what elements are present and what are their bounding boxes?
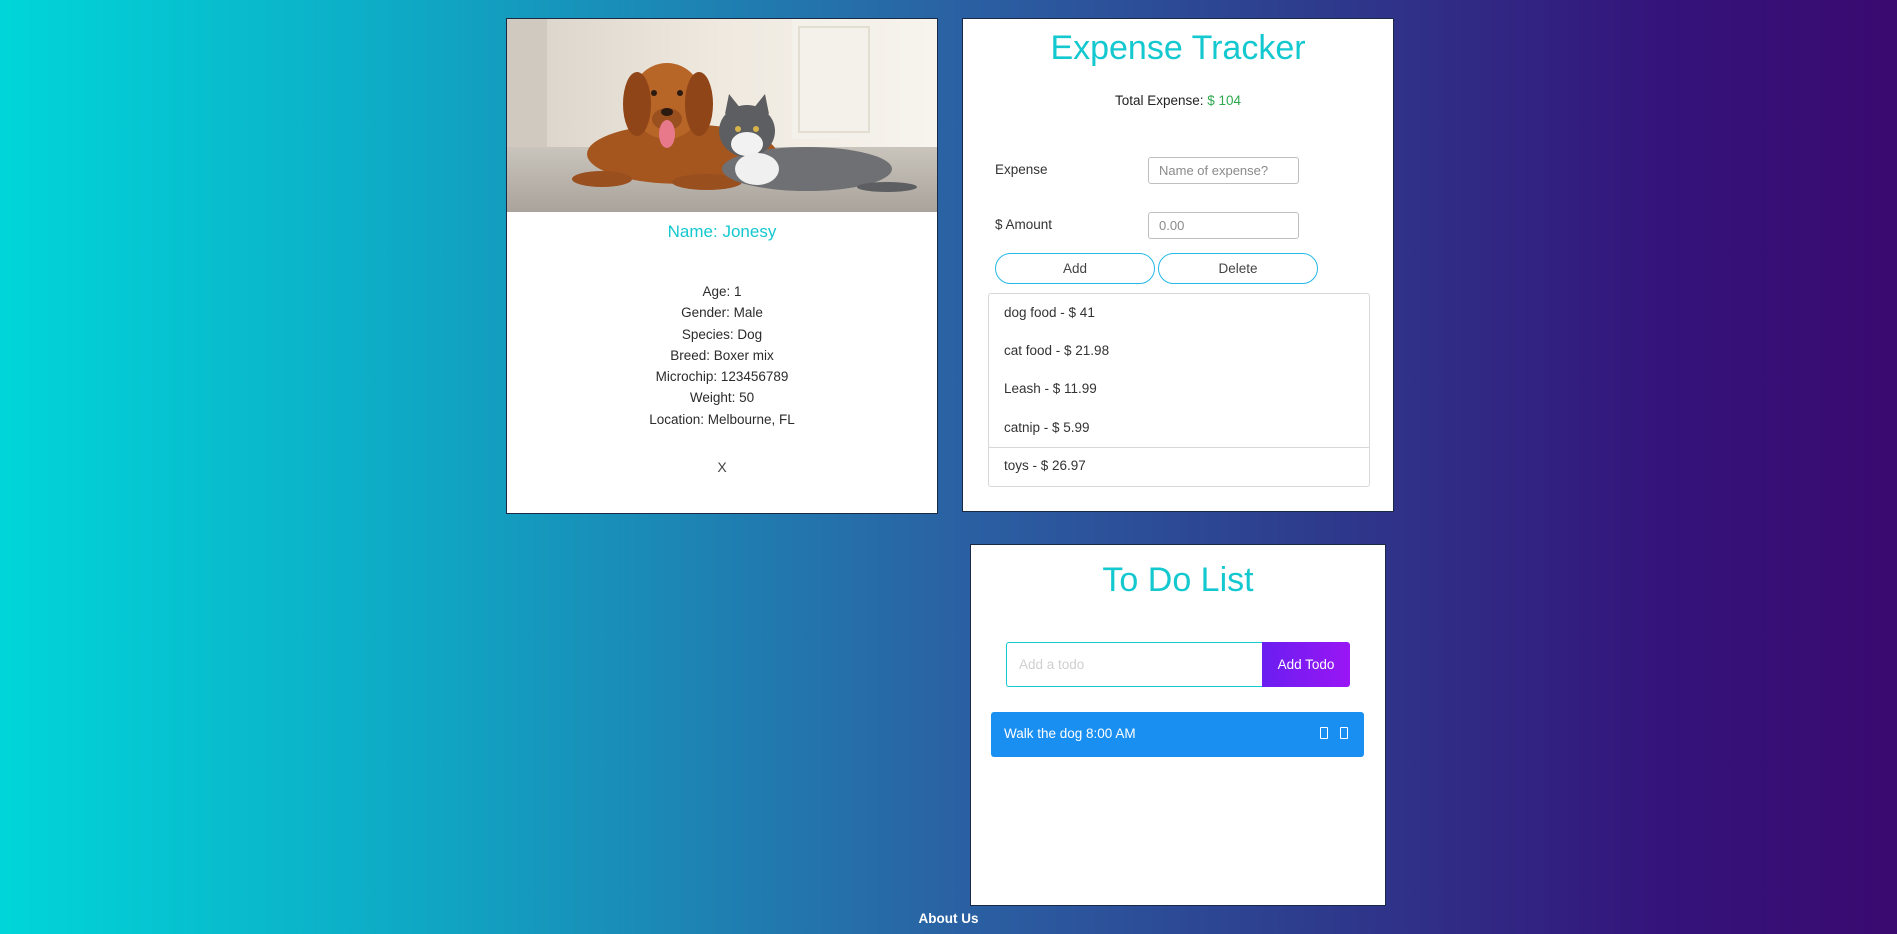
amount-input[interactable] [1148,212,1299,239]
expense-list-item[interactable]: toys - $ 26.97 [1004,458,1086,473]
pet-age: Age: 1 [702,284,742,299]
delete-expense-button[interactable]: Delete [1158,253,1318,284]
close-button[interactable]: X [507,459,937,475]
complete-icon[interactable] [1320,727,1328,739]
amount-label: $ Amount [995,217,1053,232]
todo-item: Walk the dog 8:00 AM [991,712,1364,757]
pet-card: Name: Jonesy Age: 1 Gender: Male Species… [506,18,938,514]
expense-tracker-card: Expense Tracker Total Expense: $ 104 Exp… [962,18,1394,512]
delete-icon[interactable] [1340,727,1348,739]
expense-list-item[interactable]: catnip - $ 5.99 [1004,420,1090,435]
expense-tracker-title: Expense Tracker [1050,29,1306,67]
add-todo-button[interactable]: Add Todo [1262,642,1350,687]
pet-photo [507,19,937,212]
expense-list: dog food - $ 41 cat food - $ 21.98 Leash… [988,293,1370,487]
pet-location: Location: Melbourne, FL [649,411,795,427]
expense-list-item[interactable]: dog food - $ 41 [1004,305,1095,320]
expense-list-item[interactable]: Leash - $ 11.99 [1004,381,1097,396]
todo-title: To Do List [1102,561,1254,599]
total-expense: Total Expense: $ 104 [963,93,1393,108]
pet-microchip: Microchip: 123456789 [655,369,789,385]
todo-input[interactable] [1006,642,1263,687]
list-divider [989,447,1369,448]
expense-name-input[interactable] [1148,157,1299,184]
expense-list-item[interactable]: cat food - $ 21.98 [1004,343,1109,358]
pet-gender: Gender: Male [681,305,763,321]
pet-details: Age: 1 Gender: Male Species: Dog Breed: … [507,281,937,430]
pet-weight: Weight: 50 [689,390,755,406]
todo-item-text: Walk the dog 8:00 AM [1004,726,1136,741]
add-expense-button[interactable]: Add [995,253,1155,284]
total-expense-value: $ 104 [1207,93,1242,108]
pet-name: Name: Jonesy [667,222,777,241]
pet-species: Species: Dog [681,326,763,342]
expense-name-label: Expense [995,162,1048,177]
total-expense-label: Total Expense: [1114,93,1208,108]
todo-card: To Do List Add Todo Walk the dog 8:00 AM [970,544,1386,906]
about-us-link[interactable]: About Us [0,911,1897,926]
pet-breed: Breed: Boxer mix [670,347,774,363]
